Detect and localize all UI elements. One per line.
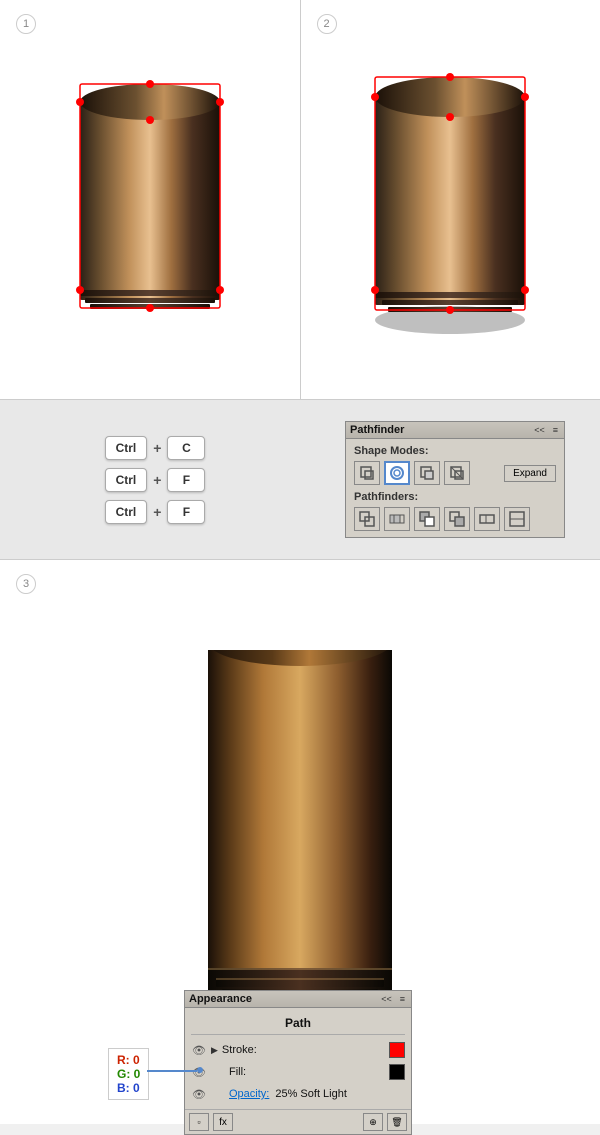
ctrl-key-2[interactable]: Ctrl <box>105 468 148 492</box>
plus-1: + <box>153 440 161 456</box>
step-3-number: 3 <box>16 574 36 594</box>
opacity-visibility[interactable]: 👁 <box>191 1086 207 1102</box>
pathfinder-btn-5[interactable] <box>474 507 500 531</box>
pathfinder-btn-3[interactable] <box>414 507 440 531</box>
panel-1: 1 <box>0 0 301 399</box>
f-key-1[interactable]: F <box>167 468 205 492</box>
pathfinder-btn-4[interactable] <box>444 507 470 531</box>
stroke-expand[interactable]: ▶ <box>211 1045 218 1056</box>
opacity-value: 25% Soft Light <box>275 1088 347 1100</box>
stroke-row: 👁 ▶ Stroke: <box>191 1039 405 1061</box>
opacity-row: 👁 Opacity: 25% Soft Light <box>191 1083 405 1105</box>
appearance-footer: ▫ fx ⊕ 🗑 <box>185 1109 411 1134</box>
opacity-label[interactable]: Opacity: <box>229 1088 269 1100</box>
footer-fx-btn[interactable]: fx <box>213 1113 233 1131</box>
key-row-2: Ctrl + F <box>105 468 206 492</box>
rgb-b-value: B: 0 <box>117 1081 140 1095</box>
rgb-r-value: R: 0 <box>117 1053 140 1067</box>
footer-square-btn[interactable]: ▫ <box>189 1113 209 1131</box>
arrow-line <box>147 1070 197 1072</box>
pathfinders-row <box>354 507 556 531</box>
footer-delete-btn[interactable]: 🗑 <box>387 1113 407 1131</box>
f-key-2[interactable]: F <box>167 500 205 524</box>
shape-mode-3[interactable] <box>414 461 440 485</box>
appearance-controls: << ≡ <box>379 994 407 1004</box>
bottom-panel: 3 <box>0 560 600 1124</box>
pathfinder-titlebar: Pathfinder << ≡ <box>346 422 564 439</box>
plus-3: + <box>153 504 161 520</box>
ctrl-key-3[interactable]: Ctrl <box>105 500 148 524</box>
pathfinder-title: Pathfinder <box>350 424 404 436</box>
shape-mode-4[interactable] <box>444 461 470 485</box>
appearance-menu[interactable]: ≡ <box>398 994 407 1004</box>
shape-modes-row: Expand <box>354 461 556 485</box>
top-row: 1 <box>0 0 600 400</box>
shape-modes-label: Shape Modes: <box>354 445 556 457</box>
appearance-panel: Appearance << ≡ Path 👁 ▶ Stroke: 👁 Fill: <box>184 990 412 1135</box>
pathfinder-controls: << ≡ <box>532 425 560 435</box>
stroke-label: Stroke: <box>222 1044 385 1056</box>
pathfinder-minimize[interactable]: << <box>532 425 547 435</box>
appearance-body: Path 👁 ▶ Stroke: 👁 Fill: 👁 Opacity: 25% … <box>185 1008 411 1109</box>
middle-row: Ctrl + C Ctrl + F Ctrl + F Pathfinder <<… <box>0 400 600 560</box>
footer-copy-btn[interactable]: ⊕ <box>363 1113 383 1131</box>
key-row-1: Ctrl + C <box>105 436 206 460</box>
rgb-tooltip: R: 0 G: 0 B: 0 <box>108 1048 149 1100</box>
c-key[interactable]: C <box>167 436 205 460</box>
pathfinder-btn-6[interactable] <box>504 507 530 531</box>
panel-2: 2 <box>301 0 600 399</box>
stroke-visibility[interactable]: 👁 <box>191 1042 207 1058</box>
plus-2: + <box>153 472 161 488</box>
cylinder-1 <box>65 60 235 340</box>
stroke-swatch[interactable] <box>389 1042 405 1058</box>
shape-mode-1[interactable] <box>354 461 380 485</box>
fill-row: 👁 Fill: <box>191 1061 405 1083</box>
step-2-number: 2 <box>317 14 337 34</box>
keyboard-section: Ctrl + C Ctrl + F Ctrl + F <box>0 400 310 559</box>
appearance-titlebar: Appearance << ≡ <box>185 991 411 1008</box>
shape-mode-2[interactable] <box>384 461 410 485</box>
cylinder-2 <box>360 50 540 350</box>
rgb-g-value: G: 0 <box>117 1067 140 1081</box>
pathfinder-section: Pathfinder << ≡ Shape Modes: <box>310 400 600 559</box>
arrow-dot <box>197 1067 203 1073</box>
appearance-minimize[interactable]: << <box>379 994 394 1004</box>
fill-swatch[interactable] <box>389 1064 405 1080</box>
pathfinder-btn-1[interactable] <box>354 507 380 531</box>
cylinder-2-svg <box>360 50 540 350</box>
pathfinder-menu[interactable]: ≡ <box>551 425 560 435</box>
pathfinder-btn-2[interactable] <box>384 507 410 531</box>
fill-label: Fill: <box>229 1066 385 1078</box>
pathfinder-body: Shape Modes: Expand Path <box>346 439 564 537</box>
ctrl-key-1[interactable]: Ctrl <box>105 436 148 460</box>
path-label: Path <box>191 1012 405 1035</box>
step-1-number: 1 <box>16 14 36 34</box>
pathfinder-panel: Pathfinder << ≡ Shape Modes: <box>345 421 565 538</box>
pathfinders-label: Pathfinders: <box>354 491 556 503</box>
key-row-3: Ctrl + F <box>105 500 206 524</box>
appearance-title: Appearance <box>189 993 252 1005</box>
expand-button[interactable]: Expand <box>504 465 556 482</box>
cylinder-1-svg <box>65 60 235 340</box>
